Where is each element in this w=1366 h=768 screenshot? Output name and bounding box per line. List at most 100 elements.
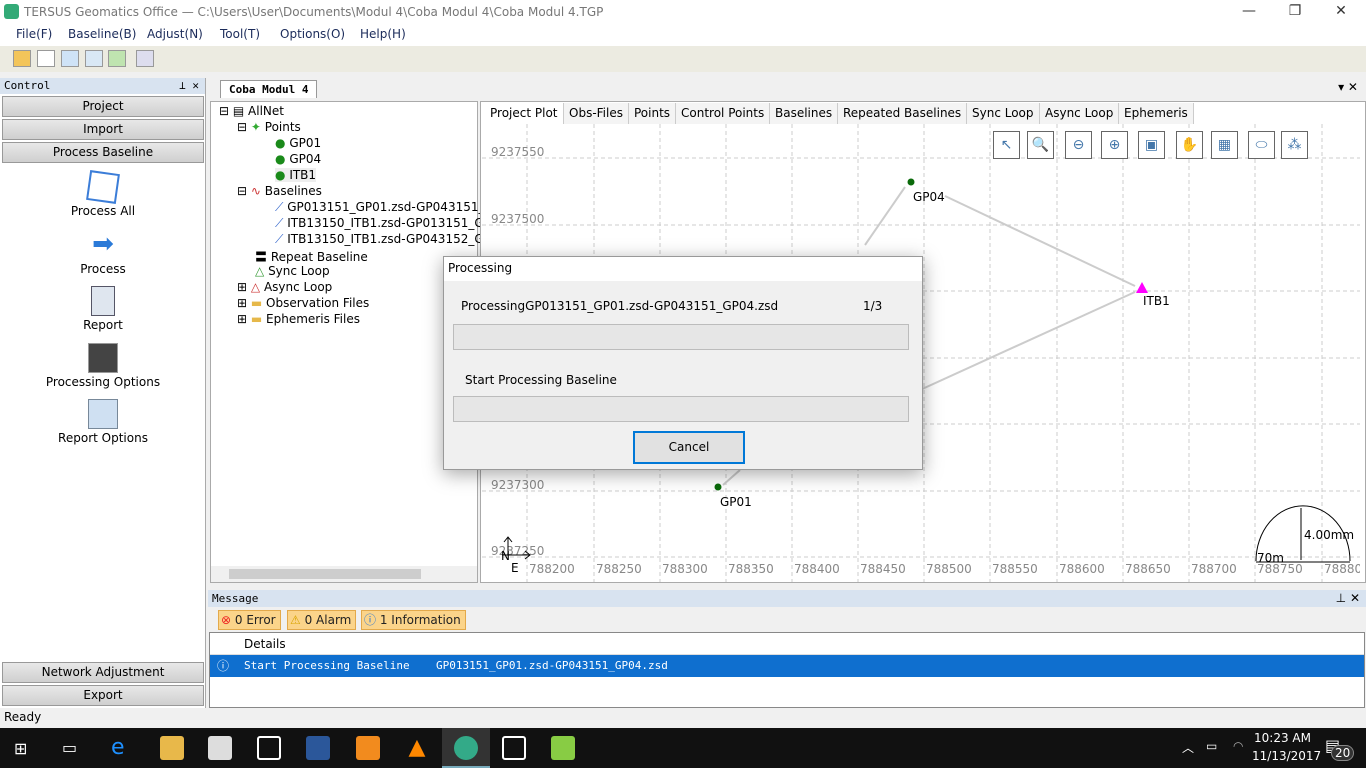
tab-menu-close-icon[interactable]: ▾ ✕ [1338, 80, 1358, 94]
x-tick-label: 78880 [1324, 562, 1360, 576]
zoom-extent-icon[interactable]: ▣ [1138, 131, 1165, 159]
file-explorer-icon[interactable] [160, 736, 184, 760]
clock-time[interactable]: 10:23 AM [1254, 731, 1311, 745]
grid-icon[interactable]: ▦ [1211, 131, 1238, 159]
menu-file[interactable]: File(F) [16, 27, 52, 41]
close-button[interactable]: ✕ [1318, 0, 1364, 24]
tree-node-observation-files[interactable]: ⊞ ▬ Observation Files [237, 296, 369, 310]
tab-sync-loop[interactable]: Sync Loop [967, 103, 1040, 124]
pin-close-icon[interactable]: ⊥ ✕ [179, 78, 199, 94]
tab-coba-modul-4[interactable]: Coba Modul 4 [220, 80, 318, 98]
minimize-button[interactable]: — [1226, 0, 1272, 24]
window-title: TERSUS Geomatics Office — C:\Users\User\… [24, 5, 604, 19]
photos-icon[interactable] [502, 736, 526, 760]
window-icon[interactable] [136, 50, 154, 67]
section-import[interactable]: Import [2, 119, 204, 140]
app-icon[interactable] [551, 736, 575, 760]
tab-points[interactable]: Points [629, 103, 677, 124]
tab-ephemeris[interactable]: Ephemeris [1119, 103, 1194, 124]
tree-node-ephemeris-files[interactable]: ⊞ ▬ Ephemeris Files [237, 312, 360, 326]
tree-point-gp04[interactable]: ● GP04 [275, 152, 321, 166]
error-filter-button[interactable]: ⊗ 0 Error [218, 610, 281, 630]
tool-report[interactable]: Report [0, 286, 206, 332]
east-label: E [511, 561, 519, 575]
tree-point-itb1[interactable]: ● ITB1 [275, 168, 317, 182]
zoom-window-icon[interactable]: 🔍 [1027, 131, 1054, 159]
new-file-icon[interactable] [37, 50, 55, 67]
menu-options[interactable]: Options(O) [280, 27, 345, 41]
tree-point-gp01[interactable]: ● GP01 [275, 136, 321, 150]
save-icon[interactable] [85, 50, 103, 67]
tool-label: Process All [70, 204, 136, 218]
clock-date[interactable]: 11/13/2017 [1252, 749, 1321, 763]
tree-node-baselines[interactable]: ⊟ ∿ Baselines [237, 184, 322, 198]
tree-baseline[interactable]: ⟋ GP013151_GP01.zsd-GP043151_ [275, 200, 484, 215]
open-icon[interactable] [13, 50, 31, 67]
menu-baseline[interactable]: Baseline(B) [68, 27, 136, 41]
tab-repeated-baselines[interactable]: Repeated Baselines [838, 103, 968, 124]
north-label: N [501, 549, 510, 563]
store-icon[interactable] [208, 736, 232, 760]
tree-node-points[interactable]: ⊟ ✦ Points [237, 120, 301, 134]
show-hidden-icons[interactable]: ︿ [1182, 739, 1194, 756]
tree-node-sync-loop[interactable]: △ Sync Loop [255, 264, 330, 278]
tool-process-all[interactable]: Process All [0, 170, 206, 218]
vlc-icon[interactable]: ▲ [405, 736, 429, 760]
section-process-baseline[interactable]: Process Baseline [2, 142, 204, 163]
tersus-taskbar-button[interactable] [442, 728, 490, 768]
battery-icon[interactable]: ▭ [1206, 739, 1217, 753]
point-label: GP04 [913, 190, 945, 204]
x-tick-label: 788350 [728, 562, 774, 576]
menu-tool[interactable]: Tool(T) [220, 27, 260, 41]
word-icon[interactable] [306, 736, 330, 760]
point-marker [714, 483, 722, 491]
wifi-icon[interactable]: ◠ [1233, 739, 1243, 753]
windows-start-icon[interactable]: ⊞ [14, 739, 27, 758]
message-row[interactable]: ⓘ Start Processing Baseline GP013151_GP0… [210, 655, 1364, 677]
export-icon[interactable] [108, 50, 126, 67]
tool-label: Report [83, 318, 123, 332]
information-filter-button[interactable]: ⓘ 1 Information [361, 610, 466, 630]
zoom-in-icon[interactable]: ⊕ [1101, 131, 1128, 159]
pointer-icon[interactable]: ↖ [993, 131, 1020, 159]
tree-baseline[interactable]: ⟋ ITB13150_ITB1.zsd-GP013151_G [275, 216, 484, 231]
menu-help[interactable]: Help(H) [360, 27, 406, 41]
alarm-filter-button[interactable]: ⚠ 0 Alarm [287, 610, 357, 630]
section-network-adjustment[interactable]: Network Adjustment [2, 662, 204, 683]
pin-close-icon[interactable]: ⊥ ✕ [1336, 591, 1360, 605]
section-export[interactable]: Export [2, 685, 204, 706]
point-marker [907, 178, 915, 186]
error-ellipse-icon[interactable]: ⬭ [1248, 131, 1275, 159]
tool-process[interactable]: ➡ Process [0, 230, 206, 276]
tree-baseline[interactable]: ⟋ ITB13150_ITB1.zsd-GP043152_G [275, 232, 484, 247]
tool-label: Processing Options [45, 375, 161, 389]
pan-hand-icon[interactable]: ✋ [1176, 131, 1203, 159]
tab-async-loop[interactable]: Async Loop [1040, 103, 1120, 124]
tree-node-repeat-baseline[interactable]: 〓 Repeat Baseline [255, 248, 368, 265]
mail-icon[interactable] [257, 736, 281, 760]
section-project[interactable]: Project [2, 96, 204, 117]
processing-step-text: Start Processing Baseline [465, 373, 617, 387]
tab-control-points[interactable]: Control Points [676, 103, 771, 124]
tab-project-plot[interactable]: Project Plot [485, 103, 564, 124]
maximize-button[interactable]: ❐ [1272, 0, 1318, 24]
tab-baselines[interactable]: Baselines [770, 103, 839, 124]
network-icon[interactable]: ⁂ [1281, 131, 1308, 159]
tab-obs-files[interactable]: Obs-Files [564, 103, 629, 124]
tool-processing-options[interactable]: Processing Options [0, 343, 206, 389]
edge-icon[interactable]: e [111, 736, 135, 760]
zoom-out-icon[interactable]: ⊖ [1065, 131, 1092, 159]
processing-file-text: ProcessingGP013151_GP01.zsd-GP043151_GP0… [461, 299, 779, 313]
tree-node-allnet[interactable]: ⊟ ▤ AllNet [219, 104, 284, 118]
tool-report-options[interactable]: Report Options [0, 399, 206, 445]
y-tick-label: 9237250 [491, 544, 544, 558]
menu-adjust[interactable]: Adjust(N) [147, 27, 203, 41]
tree-node-async-loop[interactable]: ⊞ △ Async Loop [237, 280, 332, 294]
tree-horizontal-scrollbar[interactable] [211, 566, 477, 582]
task-view-icon[interactable]: ▭ [62, 738, 77, 757]
x-tick-label: 788300 [662, 562, 708, 576]
import-icon[interactable] [61, 50, 79, 67]
pdf-app-icon[interactable] [356, 736, 380, 760]
gear-report-icon [88, 399, 118, 429]
cancel-button[interactable]: Cancel [633, 431, 745, 464]
